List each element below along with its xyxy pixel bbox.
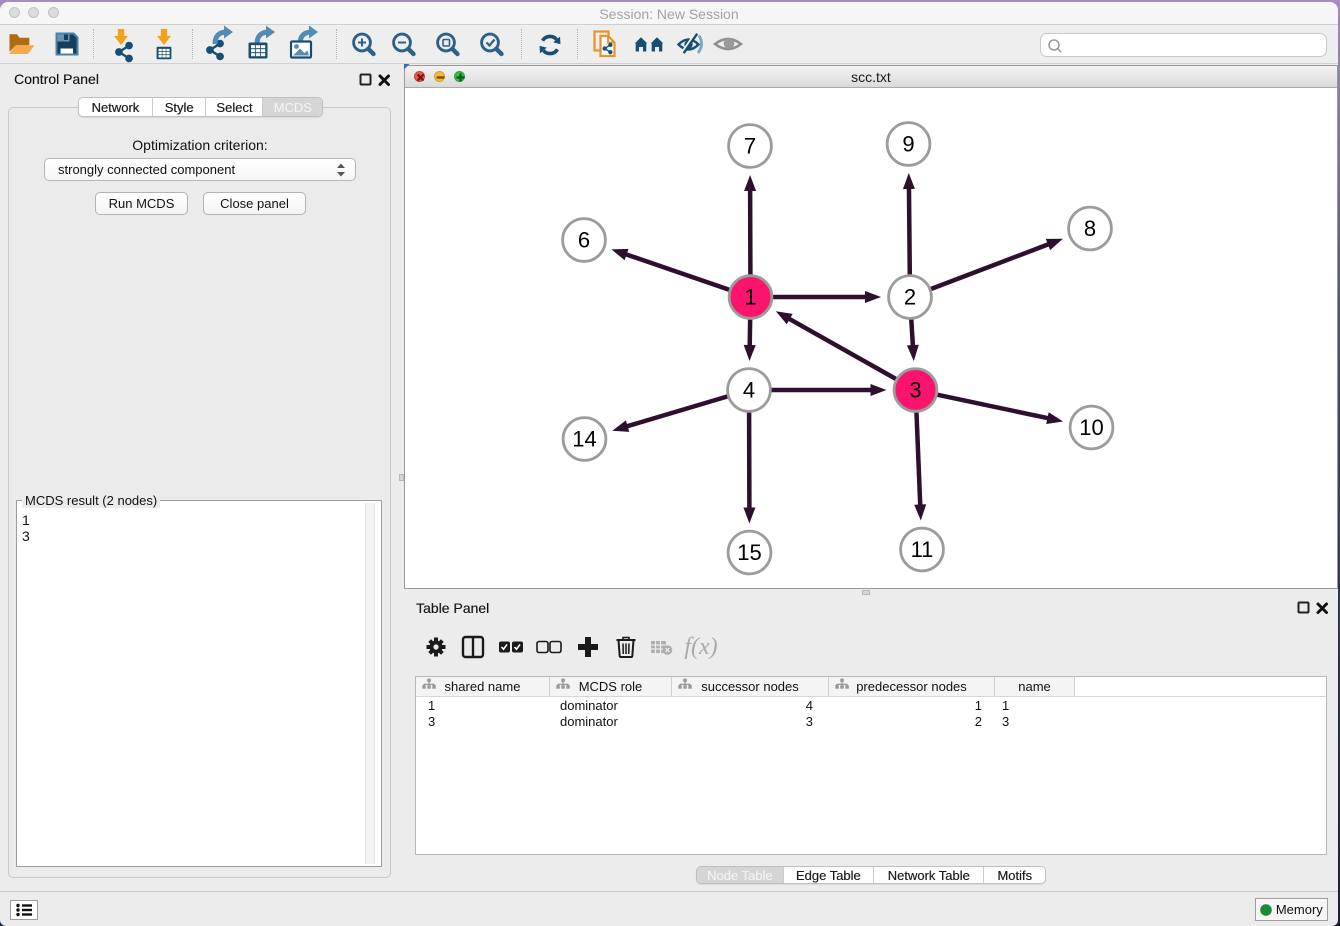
svg-text:1: 1 [744, 285, 756, 310]
svg-text:9: 9 [902, 132, 914, 157]
svg-text:2: 2 [904, 285, 916, 310]
svg-text:f(x): f(x) [684, 634, 717, 660]
svg-text:4: 4 [743, 378, 755, 403]
svg-text:3: 3 [909, 378, 921, 403]
svg-text:10: 10 [1079, 415, 1103, 440]
svg-text:8: 8 [1084, 216, 1096, 241]
svg-text:14: 14 [572, 427, 596, 452]
svg-text:7: 7 [744, 134, 756, 159]
svg-text:11: 11 [911, 537, 934, 562]
svg-text:15: 15 [737, 540, 761, 565]
svg-text:6: 6 [578, 228, 590, 253]
